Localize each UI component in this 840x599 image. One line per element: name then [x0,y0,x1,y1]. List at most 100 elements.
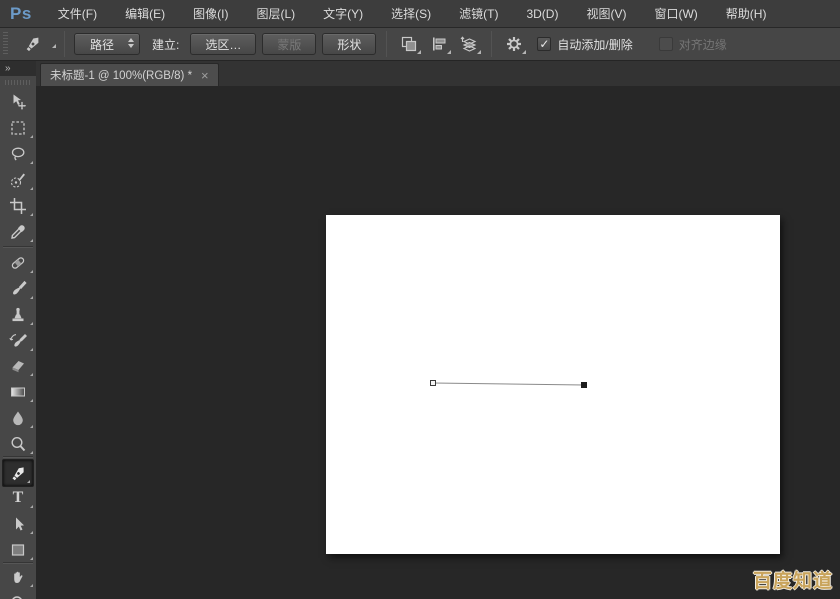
rectangle-icon [9,541,27,559]
menu-edit[interactable]: 编辑(E) [111,0,179,27]
tools-panel-header[interactable]: » [0,61,36,76]
gear-icon [505,35,523,53]
path-alignment-button[interactable] [426,32,452,56]
blur-tool[interactable] [0,405,36,431]
flyout-indicator-icon [30,373,33,376]
history-brush-icon [9,332,27,350]
chevron-down-icon [417,50,421,54]
options-bar-grip[interactable] [3,32,8,56]
geometry-settings-button[interactable] [501,32,527,56]
align-edges-option: 对齐边缘 [659,36,727,53]
spinner-arrows-icon [128,38,134,48]
flyout-indicator-icon [30,322,33,325]
menu-select[interactable]: 选择(S) [377,0,445,27]
flyout-indicator-icon [30,531,33,534]
flyout-indicator-icon [30,399,33,402]
menu-view[interactable]: 视图(V) [572,0,640,27]
document-tab-title: 未标题-1 @ 100%(RGB/8) * [50,67,192,83]
gradient-icon [9,383,27,401]
path-selection-arrow-icon [9,515,27,533]
healing-brush-icon [9,254,27,272]
lasso-tool[interactable] [0,141,36,167]
path-operations-button[interactable] [396,32,422,56]
type-icon: T [13,490,24,506]
make-selection-button[interactable]: 选区… [190,33,256,55]
pen-icon [9,464,28,483]
flyout-indicator-icon [30,425,33,428]
history-brush-tool[interactable] [0,328,36,354]
zoom-tool[interactable] [0,590,36,599]
crop-tool[interactable] [0,193,36,219]
close-icon[interactable]: × [201,69,209,82]
flyout-indicator-icon [30,161,33,164]
flyout-indicator-icon [30,239,33,242]
dodge-icon [9,435,27,453]
type-tool[interactable]: T [0,485,36,511]
flyout-indicator-icon [30,451,33,454]
canvas-workspace[interactable] [36,86,840,599]
checkmark-icon: ✓ [539,38,549,50]
hand-icon [9,568,27,586]
make-label: 建立: [152,36,179,53]
brush-tool[interactable] [0,276,36,302]
pen-tool[interactable] [2,459,34,487]
menu-image[interactable]: 图像(I) [179,0,242,27]
healing-brush-tool[interactable] [0,250,36,276]
path-alignment-icon [430,35,448,53]
menu-layer[interactable]: 图层(L) [242,0,309,27]
flyout-indicator-icon [30,296,33,299]
align-edges-checkbox [659,37,673,51]
baidu-zhidao-watermark: 百度知道 [753,566,833,593]
dodge-tool[interactable] [0,431,36,457]
flyout-indicator-icon [30,135,33,138]
path-arrangement-button[interactable] [456,32,482,56]
document-tab-bar: 未标题-1 @ 100%(RGB/8) * × [36,61,840,86]
flyout-indicator-icon [30,557,33,560]
move-icon [9,93,27,111]
flyout-indicator-icon [30,584,33,587]
rectangle-tool[interactable] [0,537,36,563]
clone-stamp-tool[interactable] [0,302,36,328]
quick-selection-icon [9,171,27,189]
chevron-down-icon [447,50,451,54]
hand-tool[interactable] [0,564,36,590]
eyedropper-tool[interactable] [0,219,36,245]
crop-icon [9,197,27,215]
document-canvas[interactable] [326,215,780,554]
make-shape-button[interactable]: 形状 [322,33,376,55]
double-chevron-icon: » [5,63,10,74]
make-mask-button: 蒙版 [262,33,316,55]
eraser-icon [9,357,27,375]
flyout-indicator-icon [30,505,33,508]
flyout-indicator-icon [30,270,33,273]
flyout-indicator-icon [30,213,33,216]
document-tab[interactable]: 未标题-1 @ 100%(RGB/8) * × [40,63,219,86]
menu-help[interactable]: 帮助(H) [712,0,781,27]
tool-separator [3,246,33,248]
move-tool[interactable] [0,89,36,115]
eyedropper-icon [9,223,27,241]
auto-add-delete-checkbox[interactable]: ✓ [537,37,551,51]
chevron-down-icon [52,44,56,48]
quick-selection-tool[interactable] [0,167,36,193]
tools-panel-grip[interactable] [5,80,31,85]
auto-add-delete-option: ✓ 自动添加/删除 [537,36,632,53]
divider [491,31,492,57]
eraser-tool[interactable] [0,353,36,379]
flyout-indicator-icon [30,348,33,351]
menu-bar: Ps 文件(F) 编辑(E) 图像(I) 图层(L) 文字(Y) 选择(S) 滤… [0,0,840,28]
path-selection-tool[interactable] [0,511,36,537]
chevron-down-icon [477,50,481,54]
tool-preset-picker[interactable] [16,32,50,56]
gradient-tool[interactable] [0,379,36,405]
divider [386,31,387,57]
menu-window[interactable]: 窗口(W) [640,0,711,27]
tool-mode-select[interactable]: 路径 [74,33,140,55]
menu-file[interactable]: 文件(F) [44,0,111,27]
menu-type[interactable]: 文字(Y) [309,0,377,27]
rectangular-marquee-tool[interactable] [0,115,36,141]
menu-filter[interactable]: 滤镜(T) [445,0,512,27]
menu-3d[interactable]: 3D(D) [512,0,572,27]
zoom-icon [9,594,27,599]
chevron-down-icon [522,50,526,54]
